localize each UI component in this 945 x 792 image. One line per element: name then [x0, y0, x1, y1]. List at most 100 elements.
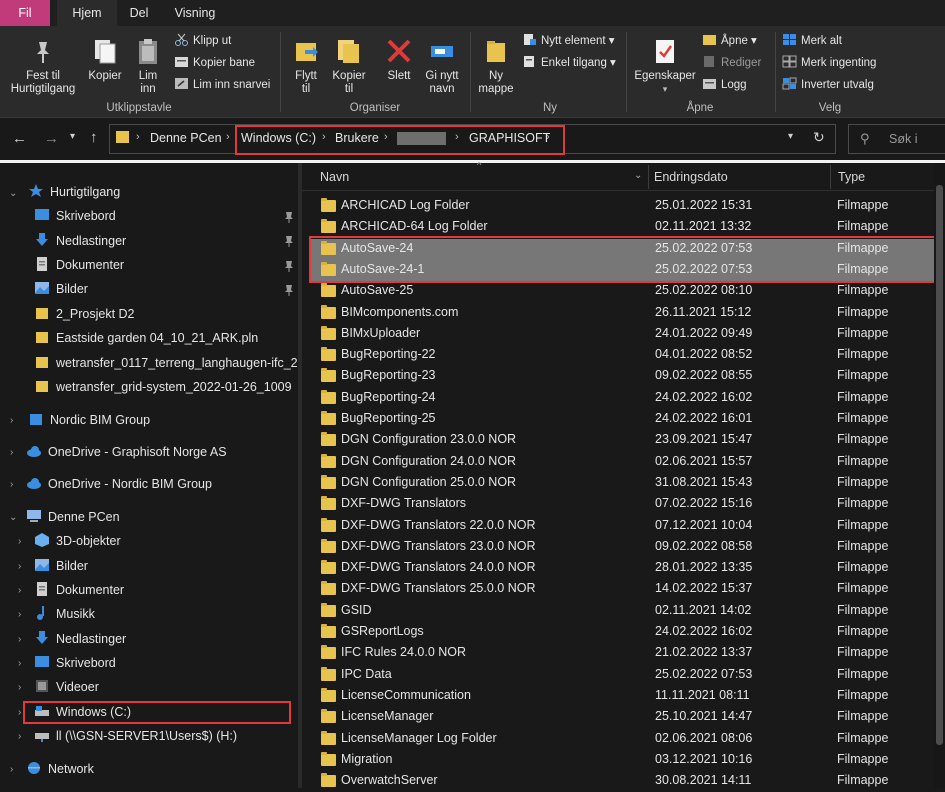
nav-onedrive-nordic[interactable]: OneDrive - Nordic BIM Group	[26, 473, 290, 495]
chevron-right-icon[interactable]: ›	[18, 585, 21, 596]
table-row[interactable]: DXF-DWG Translators 22.0.0 NOR 07.12.2021…	[310, 516, 937, 537]
nav-3d-objects[interactable]: 3D-objekter	[34, 530, 290, 552]
breadcrumb-this-pc[interactable]: Denne PCen	[150, 131, 222, 145]
move-to-button[interactable]: Flytt til	[286, 36, 326, 96]
tab-share[interactable]: Del	[119, 0, 159, 26]
table-row[interactable]: BugReporting-23 09.02.2022 08:55 Filmappe	[310, 366, 937, 387]
breadcrumb-users[interactable]: Brukere	[335, 131, 379, 145]
breadcrumb-windows-c[interactable]: Windows (C:)	[241, 131, 316, 145]
nav-pc-desktop[interactable]: Skrivebord	[34, 652, 290, 674]
table-row[interactable]: LicenseManager Log Folder 02.06.2021 08:0…	[310, 729, 937, 750]
nav-network[interactable]: Network	[26, 758, 290, 780]
pin-icon[interactable]	[284, 284, 294, 296]
pin-icon[interactable]	[284, 260, 294, 272]
chevron-right-icon[interactable]: ›	[18, 561, 21, 572]
chevron-right-icon[interactable]: ›	[18, 658, 21, 669]
chevron-down-icon[interactable]: ⌄	[9, 188, 17, 199]
recent-locations-chevron-icon[interactable]: ▾	[70, 131, 75, 142]
refresh-icon[interactable]: ↻	[813, 129, 825, 146]
table-row[interactable]: BugReporting-24 24.02.2022 16:02 Filmappe	[310, 388, 937, 409]
chevron-down-icon[interactable]: ⌄	[9, 512, 17, 523]
table-row[interactable]: LicenseManager 25.10.2021 14:47 Filmappe	[310, 707, 937, 728]
chevron-right-icon[interactable]: ›	[18, 536, 21, 547]
table-row[interactable]: DGN Configuration 24.0.0 NOR 02.06.2021 1…	[310, 452, 937, 473]
breadcrumb-redacted-username[interactable]	[397, 132, 446, 145]
table-row[interactable]: BugReporting-25 24.02.2022 16:01 Filmappe	[310, 409, 937, 430]
chevron-right-icon[interactable]: ›	[10, 447, 13, 458]
nav-folder-wetransfer-grid[interactable]: wetransfer_grid-system_2022-01-26_1009	[34, 376, 298, 398]
nav-videos[interactable]: Videoer	[34, 676, 290, 698]
table-row[interactable]: DXF-DWG Translators 25.0.0 NOR 14.02.2022…	[310, 579, 937, 600]
scrollbar-thumb[interactable]	[936, 185, 943, 745]
copy-button[interactable]: Kopier	[84, 36, 126, 83]
select-all-button[interactable]: Merk alt	[782, 32, 842, 50]
chevron-right-icon[interactable]: ›	[18, 707, 21, 718]
column-separator[interactable]	[830, 165, 831, 189]
back-arrow-icon[interactable]: ←	[12, 130, 27, 147]
tab-home[interactable]: Hjem	[57, 0, 117, 26]
history-button[interactable]: Logg	[702, 76, 747, 94]
table-row[interactable]: BIMcomponents.com 26.11.2021 15:12 Filmapp…	[310, 303, 937, 324]
nav-downloads[interactable]: Nedlastinger	[34, 230, 280, 252]
table-row[interactable]: ARCHICAD-64 Log Folder 02.11.2021 13:32 Fi…	[310, 217, 937, 238]
column-header-name[interactable]: Navn	[320, 170, 349, 184]
pin-icon[interactable]	[284, 211, 294, 223]
forward-arrow-icon[interactable]: →	[44, 130, 59, 147]
chevron-right-icon[interactable]: ›	[18, 634, 21, 645]
chevron-right-icon[interactable]: ›	[10, 415, 13, 426]
column-filter-chevron-icon[interactable]: ⌄	[634, 170, 642, 181]
nav-onedrive-graphisoft[interactable]: OneDrive - Graphisoft Norge AS	[26, 441, 290, 463]
table-row[interactable]: ARCHICAD Log Folder 25.01.2022 15:31 Filma…	[310, 196, 937, 217]
properties-button[interactable]: Egenskaper ▾	[630, 36, 700, 96]
table-row[interactable]: DXF-DWG Translators 24.0.0 NOR 28.01.2022…	[310, 558, 937, 579]
easy-access-button[interactable]: Enkel tilgang ▾	[522, 54, 616, 72]
table-row[interactable]: OverwatchServer 30.08.2021 14:11 Filmappe	[310, 771, 937, 792]
new-folder-button[interactable]: Ny mappe	[474, 36, 518, 96]
pane-splitter[interactable]	[298, 163, 302, 788]
table-row[interactable]: BugReporting-22 04.01.2022 08:52 Filmappe	[310, 345, 937, 366]
table-row[interactable]: DGN Configuration 25.0.0 NOR 31.08.2021 1…	[310, 473, 937, 494]
invert-selection-button[interactable]: Inverter utvalg	[782, 76, 874, 94]
table-row[interactable]: GSReportLogs 24.02.2022 16:02 Filmappe	[310, 622, 937, 643]
nav-pc-documents[interactable]: Dokumenter	[34, 579, 290, 601]
nav-this-pc[interactable]: Denne PCen	[26, 506, 290, 528]
paste-button[interactable]: Lim inn	[130, 36, 166, 96]
nav-quick-access[interactable]: Hurtigtilgang	[28, 181, 288, 203]
table-row[interactable]: DXF-DWG Translators 07.02.2022 15:16 Filma…	[310, 494, 937, 515]
copy-path-button[interactable]: Kopier bane	[174, 54, 255, 72]
table-row[interactable]: AutoSave-24 25.02.2022 07:53 Filmappe	[310, 239, 937, 260]
delete-button[interactable]: Slett	[380, 36, 418, 83]
column-header-type[interactable]: Type	[838, 170, 865, 184]
nav-documents[interactable]: Dokumenter	[34, 254, 280, 276]
chevron-right-icon[interactable]: ›	[18, 731, 21, 742]
table-row[interactable]: IFC Rules 24.0.0 NOR 21.02.2022 13:37 Film…	[310, 643, 937, 664]
nav-folder-prosjekt[interactable]: 2_Prosjekt D2	[34, 303, 280, 325]
cut-button[interactable]: Klipp ut	[174, 32, 231, 50]
nav-network-drive-h[interactable]: ll (\\GSN-SERVER1\Users$) (H:)	[34, 725, 290, 747]
copy-to-button[interactable]: Kopier til	[328, 36, 370, 96]
chevron-right-icon[interactable]: ›	[10, 764, 13, 775]
nav-folder-eastside[interactable]: Eastside garden 04_10_21_ARK.pln	[34, 327, 280, 349]
pin-quick-access-button[interactable]: Fest til Hurtigtilgang	[4, 36, 82, 96]
table-row[interactable]: AutoSave-25 25.02.2022 08:10 Filmappe	[310, 281, 937, 302]
edit-button[interactable]: Rediger	[702, 54, 761, 72]
table-row[interactable]: AutoSave-24-1 25.02.2022 07:53 Filmappe	[310, 260, 937, 281]
nav-pictures[interactable]: Bilder	[34, 278, 280, 300]
tab-file[interactable]: Fil	[0, 0, 50, 26]
column-header-date[interactable]: Endringsdato	[654, 170, 728, 184]
up-arrow-icon[interactable]: ↑	[90, 129, 98, 146]
open-button[interactable]: Åpne ▾	[702, 32, 757, 50]
address-dropdown-chevron-icon[interactable]: ▾	[788, 131, 793, 142]
table-row[interactable]: IPC Data 25.02.2022 07:53 Filmappe	[310, 665, 937, 686]
nav-pc-downloads[interactable]: Nedlastinger	[34, 628, 290, 650]
table-row[interactable]: GSID 02.11.2021 14:02 Filmappe	[310, 601, 937, 622]
nav-nordic-bim-group[interactable]: Nordic BIM Group	[28, 409, 288, 431]
nav-folder-wetransfer-terreng[interactable]: wetransfer_0117_terreng_langhaugen-ifc_2…	[34, 352, 298, 374]
chevron-right-icon[interactable]: ›	[18, 609, 21, 620]
nav-windows-c[interactable]: Windows (C:)	[34, 701, 288, 723]
table-row[interactable]: BIMxUploader 24.01.2022 09:49 Filmappe	[310, 324, 937, 345]
nav-desktop[interactable]: Skrivebord	[34, 205, 280, 227]
table-row[interactable]: DGN Configuration 23.0.0 NOR 23.09.2021 1…	[310, 430, 937, 451]
vertical-scrollbar[interactable]	[934, 163, 945, 788]
tab-view[interactable]: Visning	[165, 0, 225, 26]
